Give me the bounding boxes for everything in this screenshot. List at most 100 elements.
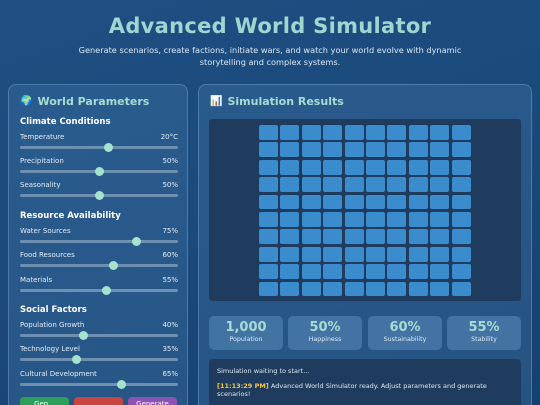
world-cell[interactable] bbox=[323, 246, 343, 262]
cultural-development-slider-track[interactable] bbox=[20, 383, 178, 386]
world-cell[interactable] bbox=[387, 246, 407, 262]
world-cell[interactable] bbox=[344, 211, 364, 227]
world-cell[interactable] bbox=[430, 264, 450, 279]
world-cell[interactable] bbox=[323, 281, 343, 297]
world-cell[interactable] bbox=[323, 229, 343, 245]
world-cell[interactable] bbox=[301, 246, 321, 262]
world-cell[interactable] bbox=[365, 264, 385, 279]
materials-slider-track[interactable] bbox=[20, 289, 178, 292]
food-resources-slider-track[interactable] bbox=[20, 264, 178, 267]
simulation-canvas[interactable] bbox=[209, 119, 521, 301]
world-cell[interactable] bbox=[387, 194, 407, 210]
world-cell[interactable] bbox=[430, 177, 450, 192]
world-cell[interactable] bbox=[387, 281, 407, 297]
world-cell[interactable] bbox=[451, 246, 471, 262]
world-cell[interactable] bbox=[430, 229, 450, 245]
world-cell[interactable] bbox=[344, 177, 364, 192]
world-cell[interactable] bbox=[301, 264, 321, 279]
reset-button[interactable] bbox=[74, 397, 123, 405]
world-cell[interactable] bbox=[408, 281, 428, 297]
world-cell[interactable] bbox=[280, 194, 300, 210]
world-cell[interactable] bbox=[408, 125, 428, 140]
world-cell[interactable] bbox=[387, 159, 407, 175]
world-cell[interactable] bbox=[280, 211, 300, 227]
generate-button[interactable]: Gen... bbox=[20, 397, 69, 405]
world-cell[interactable] bbox=[259, 125, 278, 140]
world-cell[interactable] bbox=[451, 194, 471, 210]
world-cell[interactable] bbox=[408, 264, 428, 279]
world-cell[interactable] bbox=[365, 142, 385, 158]
world-cell[interactable] bbox=[344, 194, 364, 210]
world-cell[interactable] bbox=[451, 211, 471, 227]
world-cell[interactable] bbox=[365, 177, 385, 192]
world-cell[interactable] bbox=[344, 159, 364, 175]
world-cell[interactable] bbox=[451, 125, 471, 140]
world-cell[interactable] bbox=[344, 229, 364, 245]
world-cell[interactable] bbox=[430, 142, 450, 158]
event-log[interactable]: Simulation waiting to start... [11:13:29… bbox=[209, 359, 521, 405]
world-cell[interactable] bbox=[365, 159, 385, 175]
world-cell[interactable] bbox=[365, 194, 385, 210]
world-cell[interactable] bbox=[301, 211, 321, 227]
world-cell[interactable] bbox=[323, 194, 343, 210]
world-cell[interactable] bbox=[344, 246, 364, 262]
world-cell[interactable] bbox=[301, 281, 321, 297]
world-cell[interactable] bbox=[451, 229, 471, 245]
world-cell[interactable] bbox=[301, 177, 321, 192]
food-resources-slider-thumb[interactable] bbox=[108, 261, 118, 270]
world-cell[interactable] bbox=[280, 281, 300, 297]
world-cell[interactable] bbox=[365, 246, 385, 262]
world-cell[interactable] bbox=[408, 246, 428, 262]
world-cell[interactable] bbox=[280, 246, 300, 262]
world-cell[interactable] bbox=[408, 142, 428, 158]
world-cell[interactable] bbox=[451, 142, 471, 158]
world-cell[interactable] bbox=[280, 264, 300, 279]
world-cell[interactable] bbox=[301, 159, 321, 175]
water-sources-slider-track[interactable] bbox=[20, 240, 178, 243]
seasonality-slider-thumb[interactable] bbox=[94, 191, 104, 200]
world-cell[interactable] bbox=[430, 281, 450, 297]
world-cell[interactable] bbox=[259, 211, 278, 227]
world-cell[interactable] bbox=[323, 159, 343, 175]
world-cell[interactable] bbox=[408, 159, 428, 175]
technology-level-slider-thumb[interactable] bbox=[72, 355, 82, 364]
world-cell[interactable] bbox=[365, 281, 385, 297]
world-cell[interactable] bbox=[344, 125, 364, 140]
world-cell[interactable] bbox=[430, 194, 450, 210]
world-cell[interactable] bbox=[451, 264, 471, 279]
water-sources-slider-thumb[interactable] bbox=[132, 237, 142, 246]
world-cell[interactable] bbox=[365, 211, 385, 227]
world-cell[interactable] bbox=[387, 211, 407, 227]
world-cell[interactable] bbox=[430, 125, 450, 140]
world-cell[interactable] bbox=[301, 229, 321, 245]
world-cell[interactable] bbox=[323, 177, 343, 192]
world-cell[interactable] bbox=[387, 125, 407, 140]
world-cell[interactable] bbox=[259, 246, 278, 262]
technology-level-slider-track[interactable] bbox=[20, 358, 178, 361]
world-cell[interactable] bbox=[301, 194, 321, 210]
world-cell[interactable] bbox=[365, 125, 385, 140]
population-growth-slider-thumb[interactable] bbox=[78, 331, 88, 340]
world-cell[interactable] bbox=[387, 142, 407, 158]
world-cell[interactable] bbox=[387, 264, 407, 279]
world-cell[interactable] bbox=[408, 194, 428, 210]
world-cell[interactable] bbox=[259, 194, 278, 210]
world-cell[interactable] bbox=[430, 211, 450, 227]
world-cell[interactable] bbox=[344, 142, 364, 158]
world-cell[interactable] bbox=[323, 211, 343, 227]
world-cell[interactable] bbox=[259, 177, 278, 192]
world-cell[interactable] bbox=[387, 229, 407, 245]
world-cell[interactable] bbox=[280, 159, 300, 175]
world-cell[interactable] bbox=[259, 281, 278, 297]
world-cell[interactable] bbox=[408, 177, 428, 192]
world-cell[interactable] bbox=[259, 264, 278, 279]
world-cell[interactable] bbox=[387, 177, 407, 192]
world-cell[interactable] bbox=[323, 125, 343, 140]
world-cell[interactable] bbox=[365, 229, 385, 245]
world-cell[interactable] bbox=[451, 159, 471, 175]
world-cell[interactable] bbox=[301, 125, 321, 140]
world-cell[interactable] bbox=[451, 281, 471, 297]
world-cell[interactable] bbox=[259, 142, 278, 158]
world-cell[interactable] bbox=[344, 281, 364, 297]
world-cell[interactable] bbox=[408, 229, 428, 245]
